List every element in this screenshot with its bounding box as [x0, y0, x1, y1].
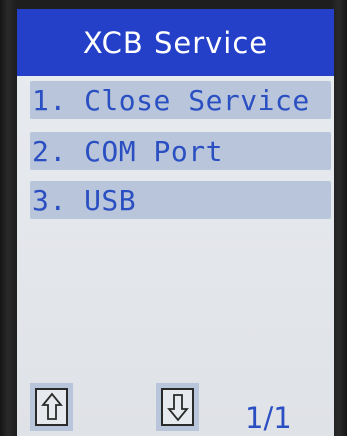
menu-item-com-port[interactable]: 2. COM Port: [30, 132, 331, 170]
menu-item-usb[interactable]: 3. USB: [30, 181, 331, 219]
arrow-down-icon: [166, 394, 189, 422]
menu-item-label: 3. USB: [32, 183, 137, 217]
page-indicator: 1/1: [245, 401, 292, 435]
arrow-up-icon: [40, 392, 63, 420]
menu-item-label: 2. COM Port: [32, 134, 223, 168]
scroll-down-button-frame: [161, 388, 194, 426]
page-title: XCB Service: [82, 25, 269, 60]
scroll-up-button[interactable]: [30, 383, 73, 431]
menu-item-close-service[interactable]: 1. Close Service: [30, 81, 331, 119]
device-frame: XCB Service 1. Close Service 2. COM Port…: [0, 0, 347, 436]
lcd-screen: XCB Service 1. Close Service 2. COM Port…: [17, 9, 334, 436]
menu-item-label: 1. Close Service: [32, 83, 310, 117]
scroll-down-button[interactable]: [156, 383, 199, 431]
title-bar: XCB Service: [17, 9, 334, 76]
scroll-up-button-frame: [35, 388, 68, 426]
